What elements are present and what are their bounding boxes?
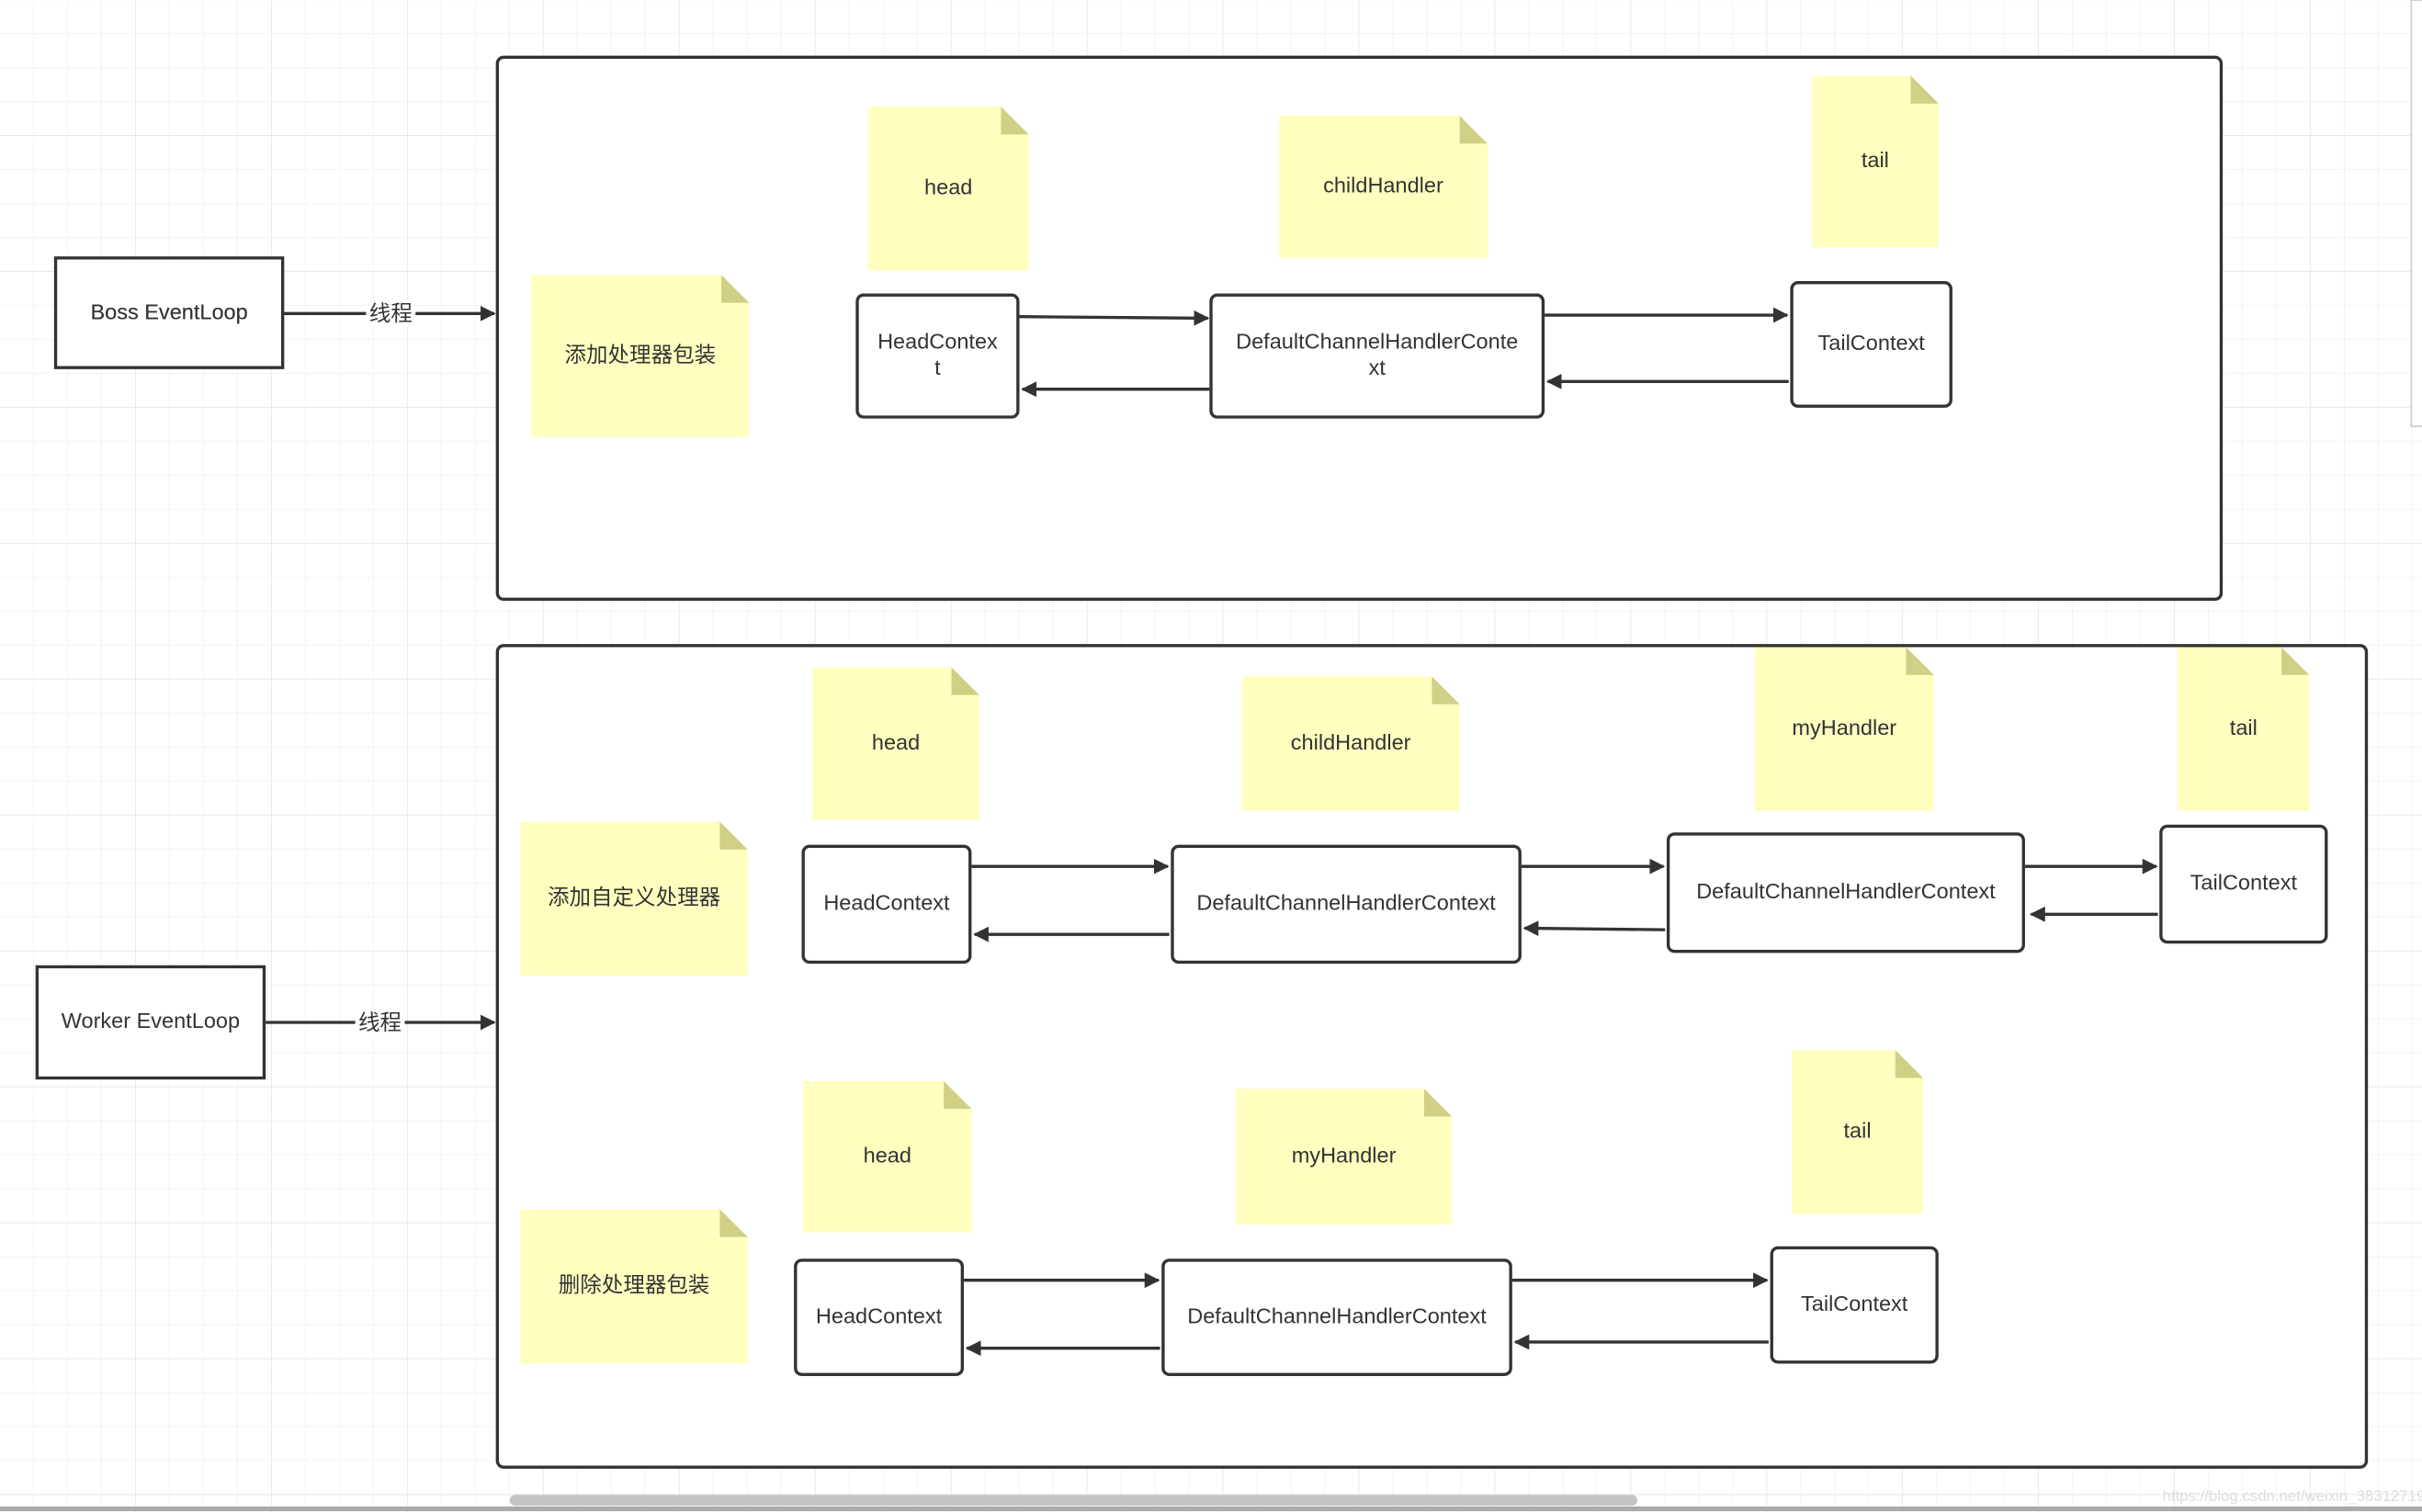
note-remove-handler-wrap[interactable]: 删除处理器包装 (520, 1209, 748, 1364)
tag-head[interactable]: head (803, 1080, 972, 1233)
head-context-node[interactable]: HeadContext (794, 1258, 965, 1376)
tail-context-node[interactable]: TailContext (1790, 281, 1952, 408)
tag-head[interactable]: head (812, 667, 979, 820)
worker-thread-edge-label: 线程 (358, 1010, 402, 1034)
head-context-node-label: HeadContex (877, 330, 998, 354)
note-add-handler-wrap[interactable]: 添加处理器包装 (531, 275, 750, 437)
note-add-handler-wrap-text: 添加处理器包装 (565, 343, 717, 367)
head-context-node-label: HeadContext (816, 1303, 943, 1327)
tag-tail-text: tail (1844, 1119, 1872, 1143)
tag-head-text: head (872, 730, 920, 754)
tag-tail[interactable]: tail (2178, 647, 2310, 811)
tag-head-text: head (864, 1143, 911, 1167)
default-channel-handler-context-node-label: DefaultChannelHandlerContext (1187, 1303, 1487, 1327)
tag-my-handler[interactable]: myHandler (1235, 1089, 1453, 1225)
head-context-node-label: t (934, 355, 941, 379)
worker-eventloop-box[interactable]: Worker EventLoop (35, 965, 266, 1080)
tag-child-handler[interactable]: childHandler (1278, 116, 1488, 258)
tag-my-handler-text: myHandler (1792, 716, 1896, 739)
tag-tail-text: tail (1862, 148, 1889, 172)
boss-eventloop-box[interactable]: Boss EventLoopBoss EventLoop (53, 256, 285, 369)
worker-eventloop-label: Worker EventLoop (62, 1009, 240, 1032)
tag-head-text: head (924, 175, 972, 198)
tag-my-handler[interactable]: myHandler (1754, 647, 1934, 811)
horizontal-scrollbar[interactable] (509, 1495, 1637, 1506)
boss-thread-edge-label: 线程 (369, 301, 413, 325)
tail-context-node-label: TailContext (2190, 871, 2298, 895)
tag-child-handler-text: childHandler (1291, 730, 1411, 754)
default-channel-handler-context-node-label: DefaultChannelHandlerContext (1196, 891, 1496, 915)
tag-head[interactable]: head (867, 107, 1029, 271)
tag-child-handler[interactable]: childHandler (1241, 676, 1460, 811)
my-handler-context-node-label: DefaultChannelHandlerContext (1696, 879, 1996, 903)
tail-context-node-label: TailContext (1801, 1292, 1908, 1315)
note-add-custom-handler-text: 添加自定义处理器 (548, 886, 720, 909)
tag-tail-text: tail (2230, 716, 2258, 739)
tag-child-handler-text: childHandler (1323, 174, 1443, 197)
default-channel-handler-context-node-label: xt (1369, 355, 1386, 379)
note-add-custom-handler[interactable]: 添加自定义处理器 (520, 821, 748, 976)
head-context-node[interactable]: HeadContext (855, 293, 1020, 419)
head-context-node[interactable]: HeadContext (801, 844, 972, 965)
my-handler-context-node[interactable]: DefaultChannelHandlerContext (1666, 832, 2025, 953)
diagram-canvas[interactable]: Boss EventLoopBoss EventLoop 线程添加处理器包装hea… (0, 0, 2422, 1512)
watermark: https://blog.csdn.net/weixin_38312719 (2163, 1487, 2422, 1505)
head-context-node-label: HeadContext (823, 891, 950, 915)
tag-my-handler-text: myHandler (1292, 1143, 1397, 1167)
tail-context-node[interactable]: TailContext (1770, 1246, 1939, 1364)
tail-context-node-label: TailContext (1818, 331, 1926, 355)
tag-tail[interactable]: tail (1792, 1050, 1923, 1214)
edge-my-to-default[interactable] (1522, 920, 1666, 937)
edge-head-to-default[interactable] (1019, 310, 1210, 326)
note-remove-handler-wrap-text: 删除处理器包装 (559, 1273, 710, 1297)
tail-context-node[interactable]: TailContext (2159, 824, 2328, 944)
default-channel-handler-context-node[interactable]: DefaultChannelHandlerContext (1171, 844, 1522, 965)
default-channel-handler-context-node[interactable]: DefaultChannelHandlerContext (1209, 293, 1545, 419)
default-channel-handler-context-node[interactable]: DefaultChannelHandlerContext (1161, 1258, 1512, 1376)
vertical-scrollbar[interactable] (2410, 0, 2422, 427)
boss-eventloop-label: Boss EventLoop (90, 300, 247, 324)
tag-tail[interactable]: tail (1811, 75, 1939, 248)
default-channel-handler-context-node-label: DefaultChannelHandlerConte (1236, 330, 1518, 354)
